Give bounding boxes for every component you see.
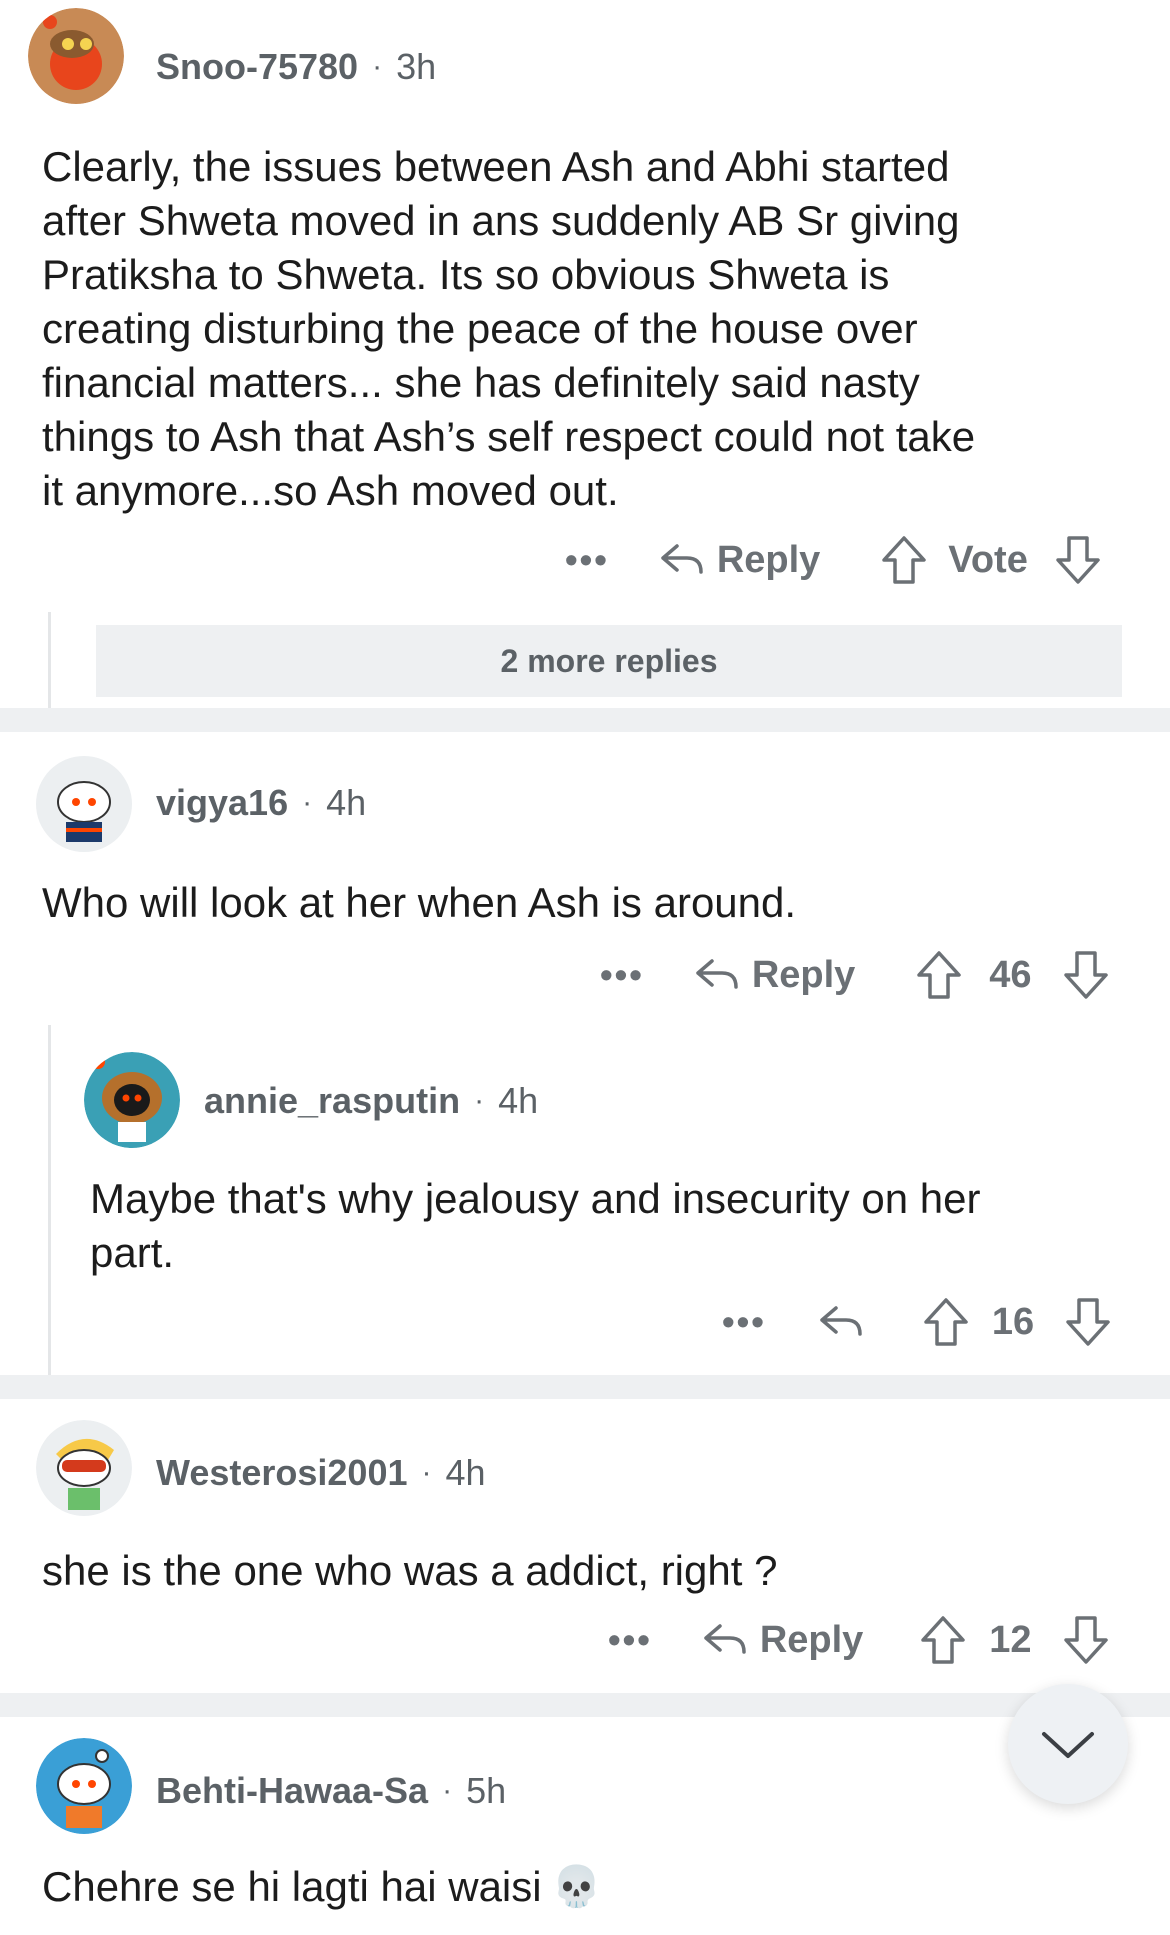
- comment-line: Maybe that's why jealousy and insecurity…: [90, 1175, 981, 1222]
- username[interactable]: Westerosi2001: [156, 1452, 408, 1494]
- timestamp: 4h: [498, 1080, 539, 1121]
- reply-arrow-icon: [704, 1624, 746, 1654]
- downvote-arrow-icon[interactable]: [1054, 534, 1102, 586]
- comment-line: she is the one who was a addict, right ?: [42, 1547, 778, 1594]
- comment-meta: Behti-Hawaa-Sa · 5h: [156, 1770, 506, 1812]
- more-options-button[interactable]: •••: [600, 954, 644, 996]
- more-options-button[interactable]: •••: [722, 1301, 766, 1343]
- scroll-down-button[interactable]: [1008, 1684, 1128, 1804]
- skull-emoji-icon: 💀: [551, 1865, 602, 1909]
- reply-label: Reply: [759, 1618, 864, 1661]
- more-options-button[interactable]: •••: [565, 539, 609, 581]
- comment-body: she is the one who was a addict, right ?: [42, 1544, 1142, 1598]
- comment-line: Pratiksha to Shweta. Its so obvious Shwe…: [42, 251, 890, 298]
- more-replies-button[interactable]: 2 more replies: [96, 625, 1122, 697]
- comment-line: Clearly, the issues between Ash and Abhi…: [42, 143, 950, 190]
- comment-line: creating disturbing the peace of the hou…: [42, 305, 918, 352]
- reply-label: Reply: [716, 538, 821, 581]
- comment-line: Who will look at her when Ash is around.: [42, 879, 797, 926]
- vote-count: 12: [989, 1618, 1032, 1661]
- username[interactable]: vigya16: [156, 782, 288, 824]
- comment-actions: ••• 16: [722, 1292, 1112, 1352]
- comment-meta: annie_rasputin · 4h: [204, 1080, 538, 1122]
- avatar[interactable]: [84, 1052, 180, 1148]
- comment-meta: Westerosi2001 · 4h: [156, 1452, 486, 1494]
- comment-line: things to Ash that Ash’s self respect co…: [42, 413, 976, 460]
- user-avatar-icon: [84, 1052, 180, 1148]
- chevron-down-icon: [1042, 1732, 1094, 1758]
- reply-arrow-icon[interactable]: [818, 1302, 864, 1342]
- separator-dot: ·: [474, 1084, 485, 1117]
- reply-arrow-icon: [696, 959, 738, 989]
- vote-count: Vote: [948, 538, 1028, 581]
- comment-line: financial matters... she has definitely …: [42, 359, 920, 406]
- comment-separator: [0, 1375, 1170, 1399]
- comment-actions: ••• Reply Vote: [565, 530, 1102, 590]
- user-avatar-icon: [36, 1738, 132, 1834]
- upvote-arrow-icon[interactable]: [880, 534, 928, 586]
- comment-line: Chehre se hi lagti hai waisi: [42, 1863, 542, 1910]
- vote-count: 16: [991, 1300, 1035, 1343]
- username[interactable]: annie_rasputin: [204, 1080, 460, 1122]
- comment-body: Chehre se hi lagti hai waisi 💀: [42, 1860, 1142, 1914]
- comment-body: Who will look at her when Ash is around.: [42, 876, 1142, 930]
- comment-meta: vigya16 · 4h: [156, 782, 366, 824]
- comment-separator: [0, 708, 1170, 732]
- comment-line: part.: [90, 1229, 175, 1276]
- avatar[interactable]: [36, 1420, 132, 1516]
- comment-line: after Shweta moved in ans suddenly AB Sr…: [42, 197, 960, 244]
- timestamp: 3h: [396, 46, 437, 87]
- timestamp: 4h: [445, 1452, 486, 1493]
- username[interactable]: Snoo-75780: [156, 46, 358, 88]
- username[interactable]: Behti-Hawaa-Sa: [156, 1770, 428, 1812]
- downvote-arrow-icon[interactable]: [1064, 1296, 1112, 1348]
- avatar[interactable]: [36, 1738, 132, 1834]
- upvote-arrow-icon[interactable]: [915, 949, 963, 1001]
- reply-button[interactable]: Reply: [694, 954, 855, 997]
- avatar[interactable]: [28, 8, 124, 104]
- comment-body: Clearly, the issues between Ash and Abhi…: [42, 140, 1142, 518]
- comment-line: it anymore...so Ash moved out.: [42, 467, 619, 514]
- comment-actions: ••• Reply 12: [608, 1610, 1110, 1670]
- comment-body: Maybe that's why jealousy and insecurity…: [90, 1172, 1140, 1280]
- vote-count: 46: [989, 953, 1032, 996]
- more-options-button[interactable]: •••: [608, 1619, 652, 1661]
- reply-button[interactable]: Reply: [702, 1619, 863, 1662]
- thread-line[interactable]: [48, 1025, 51, 1375]
- avatar[interactable]: [36, 756, 132, 852]
- reply-button[interactable]: Reply: [659, 539, 820, 582]
- reply-arrow-icon: [661, 544, 703, 574]
- comment-actions: ••• Reply 46: [600, 945, 1110, 1005]
- timestamp: 4h: [326, 782, 367, 823]
- user-avatar-icon: [36, 1420, 132, 1516]
- separator-dot: ·: [372, 50, 383, 83]
- comment-meta: Snoo-75780 · 3h: [156, 46, 436, 88]
- thread-line[interactable]: [48, 612, 51, 708]
- downvote-arrow-icon[interactable]: [1062, 1614, 1110, 1666]
- comment-separator: [0, 1693, 1170, 1717]
- user-avatar-icon: [36, 756, 132, 852]
- user-avatar-icon: [28, 8, 124, 104]
- timestamp: 5h: [466, 1770, 507, 1811]
- upvote-arrow-icon[interactable]: [922, 1296, 970, 1348]
- upvote-arrow-icon[interactable]: [919, 1614, 967, 1666]
- separator-dot: ·: [302, 786, 313, 819]
- reply-label: Reply: [751, 953, 856, 996]
- downvote-arrow-icon[interactable]: [1062, 949, 1110, 1001]
- separator-dot: ·: [421, 1456, 432, 1489]
- separator-dot: ·: [442, 1774, 453, 1807]
